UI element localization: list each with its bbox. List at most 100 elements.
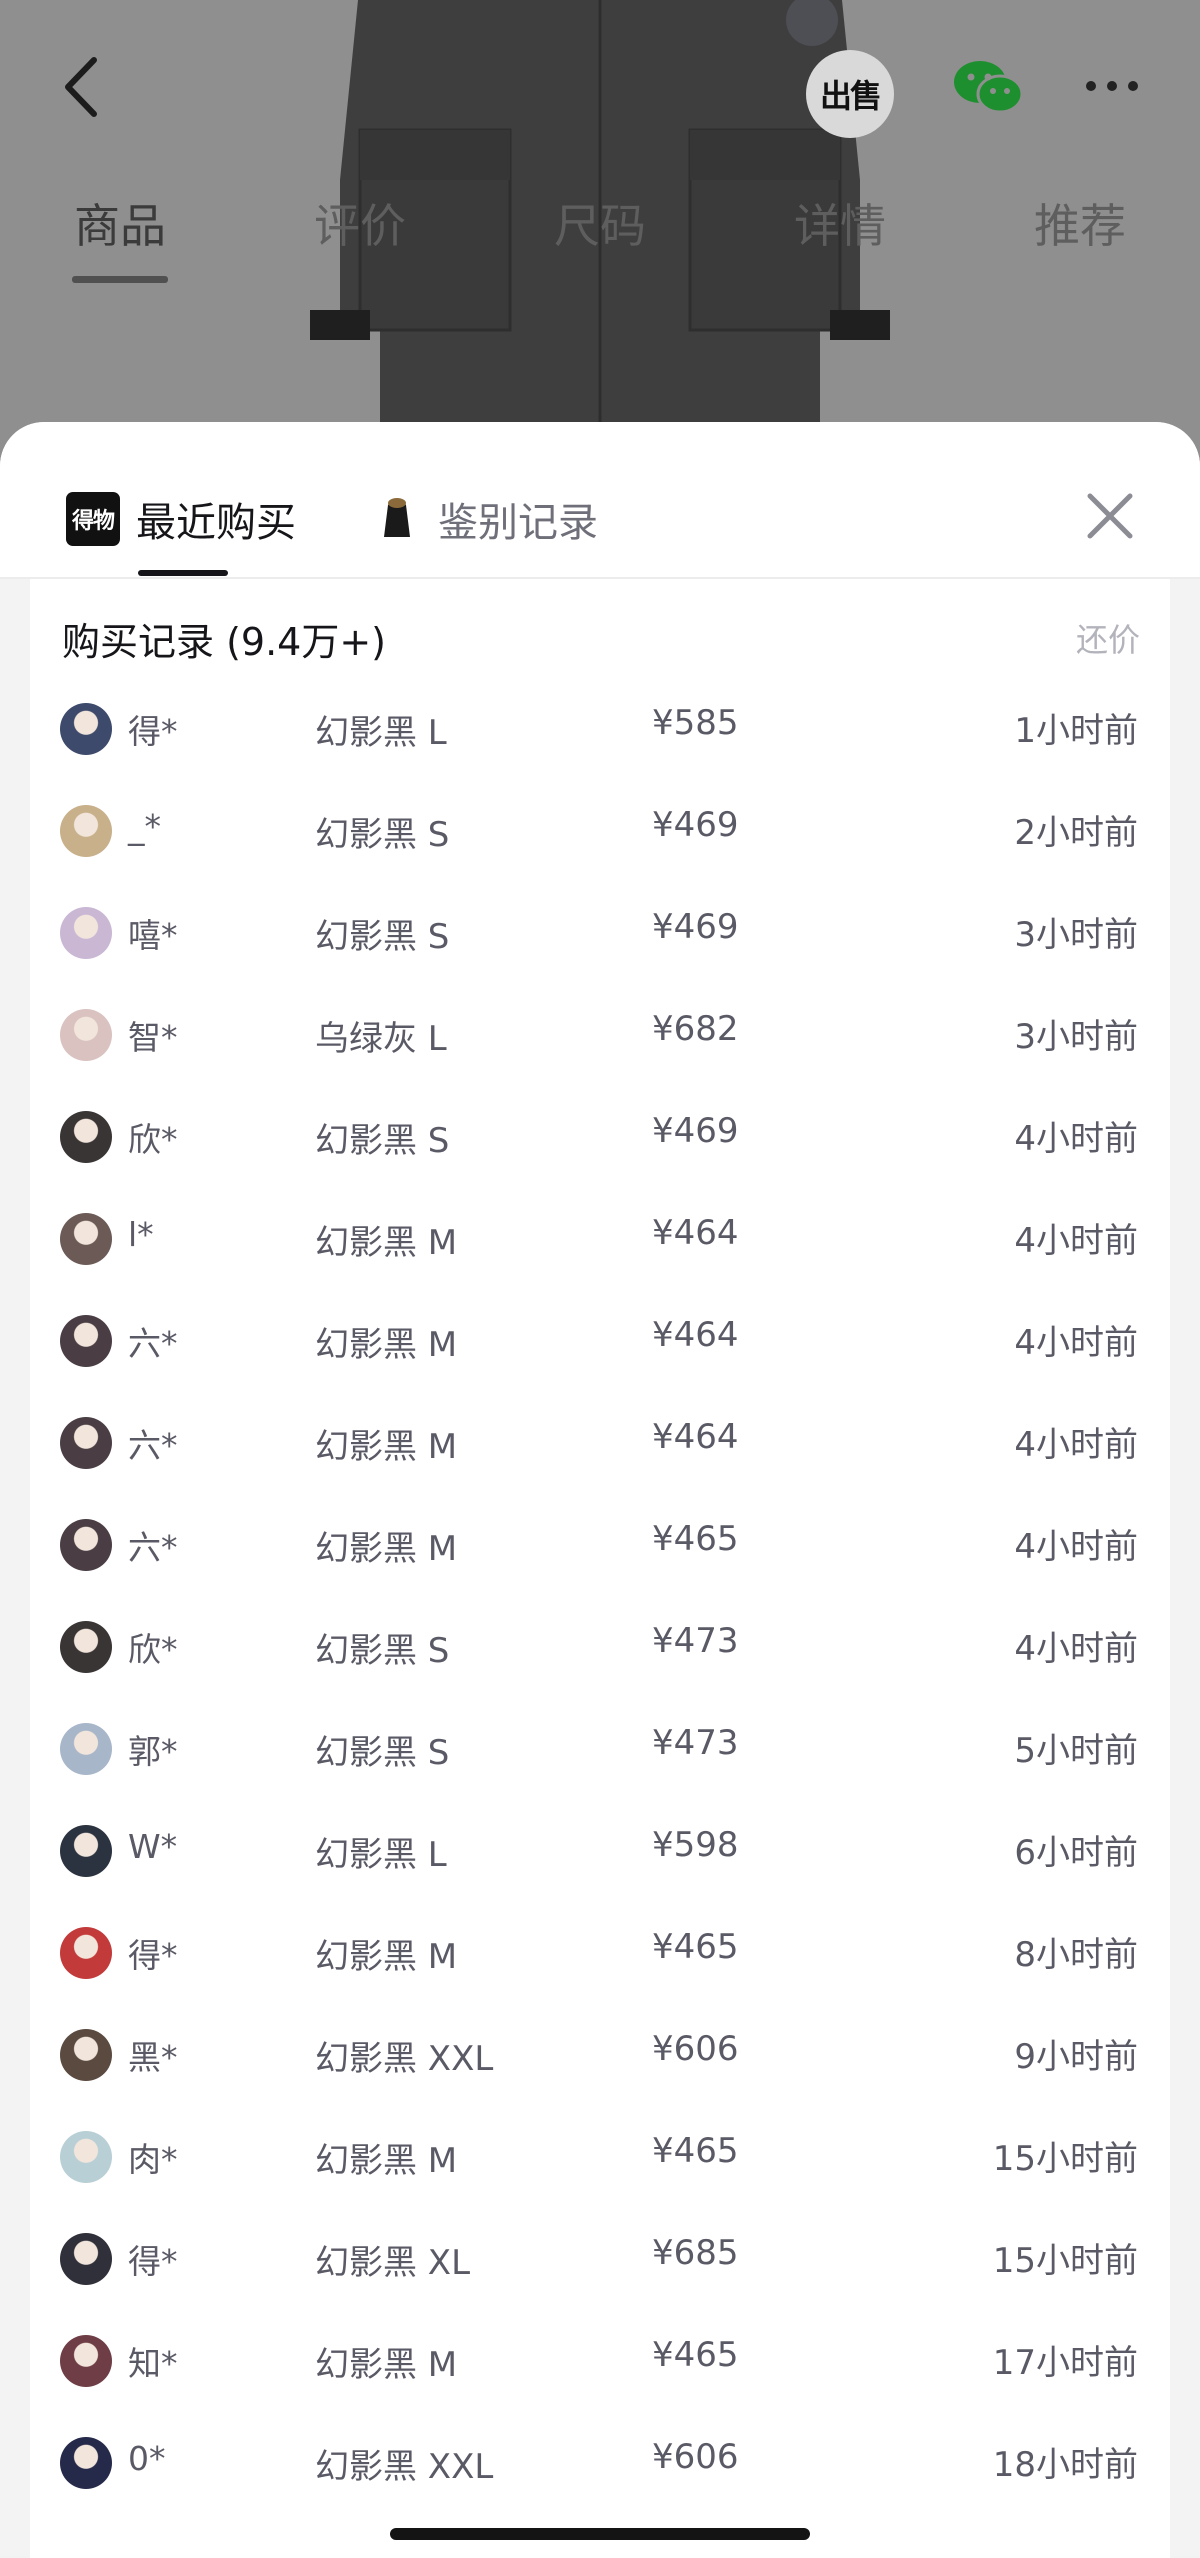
purchase-time: 17小时前 bbox=[992, 2343, 1138, 2383]
sale-price: ¥585 bbox=[652, 703, 739, 743]
avatar bbox=[60, 1723, 112, 1775]
sale-price: ¥606 bbox=[652, 2029, 739, 2069]
sell-button[interactable]: 出售 bbox=[806, 50, 894, 138]
sku-variant: 幻影黑 S bbox=[315, 815, 450, 855]
purchase-record-row: 智* 乌绿灰 L ¥682 3小时前 bbox=[30, 985, 1170, 1087]
avatar bbox=[60, 2029, 112, 2081]
sku-variant: 乌绿灰 L bbox=[315, 1019, 447, 1059]
buyer-name: W* bbox=[128, 1827, 178, 1866]
tab-details[interactable]: 详情 bbox=[794, 190, 886, 256]
purchase-record-row: 嘻* 幻影黑 S ¥469 3小时前 bbox=[30, 883, 1170, 985]
tab-authentication-records[interactable]: 鉴别记录 bbox=[380, 484, 598, 554]
purchase-time: 1小时前 bbox=[1014, 711, 1138, 751]
sale-price: ¥682 bbox=[652, 1009, 739, 1049]
buyer-name: 黑* bbox=[128, 2038, 178, 2077]
sku-variant: 幻影黑 XXL bbox=[315, 2447, 494, 2487]
active-tab-indicator bbox=[138, 570, 228, 576]
sku-variant: 幻影黑 XXL bbox=[315, 2039, 494, 2079]
sku-variant: 幻影黑 S bbox=[315, 1121, 450, 1161]
purchase-record-row: 欣* 幻影黑 S ¥473 4小时前 bbox=[30, 1597, 1170, 1699]
buyer-name: 欣* bbox=[128, 1120, 178, 1159]
sku-variant: 幻影黑 M bbox=[315, 2141, 458, 2181]
purchase-time: 6小时前 bbox=[1014, 1833, 1138, 1873]
buyer-name: 欣* bbox=[128, 1630, 178, 1669]
back-arrow-icon[interactable] bbox=[52, 52, 112, 122]
purchase-records-title: 购买记录 (9.4万+) bbox=[62, 620, 387, 664]
purchase-time: 4小时前 bbox=[1014, 1323, 1138, 1363]
avatar bbox=[60, 1825, 112, 1877]
sale-price: ¥464 bbox=[652, 1315, 739, 1355]
sale-price: ¥606 bbox=[652, 2437, 739, 2477]
tab-recent-purchases-label: 最近购买 bbox=[136, 500, 296, 546]
tab-product[interactable]: 商品 bbox=[74, 190, 166, 256]
sale-price: ¥469 bbox=[652, 805, 739, 845]
sku-variant: 幻影黑 S bbox=[315, 917, 450, 957]
purchase-time: 15小时前 bbox=[992, 2241, 1138, 2281]
sku-variant: 幻影黑 XL bbox=[315, 2243, 471, 2283]
purchase-record-row: 知* 幻影黑 M ¥465 17小时前 bbox=[30, 2311, 1170, 2413]
tab-recommend[interactable]: 推荐 bbox=[1034, 190, 1126, 256]
purchase-record-row: W* 幻影黑 L ¥598 6小时前 bbox=[30, 1801, 1170, 1903]
avatar bbox=[60, 1927, 112, 1979]
purchase-record-row: 得* 幻影黑 XL ¥685 15小时前 bbox=[30, 2209, 1170, 2311]
sale-price: ¥473 bbox=[652, 1621, 739, 1661]
sale-price: ¥685 bbox=[652, 2233, 739, 2273]
purchase-time: 2小时前 bbox=[1014, 813, 1138, 853]
purchase-record-row: 黑* 幻影黑 XXL ¥606 9小时前 bbox=[30, 2005, 1170, 2107]
buyer-name: 郭* bbox=[128, 1732, 178, 1771]
avatar bbox=[60, 2131, 112, 2183]
purchase-time: 9小时前 bbox=[1014, 2037, 1138, 2077]
purchase-time: 4小时前 bbox=[1014, 1221, 1138, 1261]
home-indicator[interactable] bbox=[390, 2528, 810, 2540]
dewu-logo: 得物 bbox=[66, 492, 120, 546]
product-tabs: 商品 评价 尺码 详情 推荐 bbox=[0, 180, 1200, 290]
purchase-record-row: 肉* 幻影黑 M ¥465 15小时前 bbox=[30, 2107, 1170, 2209]
avatar bbox=[60, 1213, 112, 1265]
jacket-thumbnail-icon bbox=[384, 498, 410, 537]
buyer-name: 肉* bbox=[128, 2140, 178, 2179]
product-tab-indicator bbox=[72, 276, 168, 283]
purchase-time: 3小时前 bbox=[1014, 915, 1138, 955]
purchase-time: 18小时前 bbox=[992, 2445, 1138, 2485]
tab-reviews[interactable]: 评价 bbox=[314, 190, 406, 256]
counter-offer-button[interactable]: 还价 bbox=[1076, 615, 1140, 661]
sale-price: ¥598 bbox=[652, 1825, 739, 1865]
sale-price: ¥465 bbox=[652, 1519, 739, 1559]
sale-price: ¥464 bbox=[652, 1213, 739, 1253]
sale-price: ¥465 bbox=[652, 2335, 739, 2375]
purchase-time: 5小时前 bbox=[1014, 1731, 1138, 1771]
avatar bbox=[60, 1621, 112, 1673]
sheet-header: 得物 最近购买 鉴别记录 bbox=[0, 422, 1200, 579]
top-navigation-bar: 出售 bbox=[0, 0, 1200, 180]
avatar bbox=[60, 1417, 112, 1469]
purchase-record-row: 0* 幻影黑 XXL ¥606 18小时前 bbox=[30, 2413, 1170, 2515]
buyer-name: 知* bbox=[128, 2344, 178, 2383]
tab-size[interactable]: 尺码 bbox=[554, 190, 646, 256]
avatar bbox=[60, 703, 112, 755]
sale-price: ¥464 bbox=[652, 1417, 739, 1457]
buyer-name: _* bbox=[128, 807, 161, 846]
sale-price: ¥469 bbox=[652, 907, 739, 947]
buyer-name: 得* bbox=[128, 2242, 178, 2281]
sku-variant: 幻影黑 M bbox=[315, 1427, 458, 1467]
tab-authentication-records-label: 鉴别记录 bbox=[438, 500, 598, 546]
tab-recent-purchases[interactable]: 得物 最近购买 bbox=[66, 484, 296, 554]
sku-variant: 幻影黑 M bbox=[315, 1529, 458, 1569]
sku-variant: 幻影黑 L bbox=[315, 713, 447, 753]
sku-variant: 幻影黑 M bbox=[315, 1325, 458, 1365]
buyer-name: 得* bbox=[128, 1936, 178, 1975]
purchase-time: 15小时前 bbox=[992, 2139, 1138, 2179]
more-options-icon[interactable] bbox=[1086, 70, 1150, 102]
avatar bbox=[60, 2233, 112, 2285]
avatar bbox=[60, 2437, 112, 2489]
wechat-share-icon[interactable] bbox=[952, 58, 1024, 116]
sale-price: ¥469 bbox=[652, 1111, 739, 1151]
close-icon[interactable] bbox=[1080, 486, 1140, 546]
avatar bbox=[60, 2335, 112, 2387]
avatar bbox=[60, 1315, 112, 1367]
purchase-records-list: 得* 幻影黑 L ¥585 1小时前 _* 幻影黑 S ¥469 2小时前 嘻* 幻影黑 S ¥46… bbox=[30, 679, 1170, 2515]
buyer-name: 六* bbox=[128, 1426, 178, 1465]
purchase-record-row: 得* 幻影黑 M ¥465 8小时前 bbox=[30, 1903, 1170, 2005]
purchase-record-row: 得* 幻影黑 L ¥585 1小时前 bbox=[30, 679, 1170, 781]
sale-price: ¥473 bbox=[652, 1723, 739, 1763]
